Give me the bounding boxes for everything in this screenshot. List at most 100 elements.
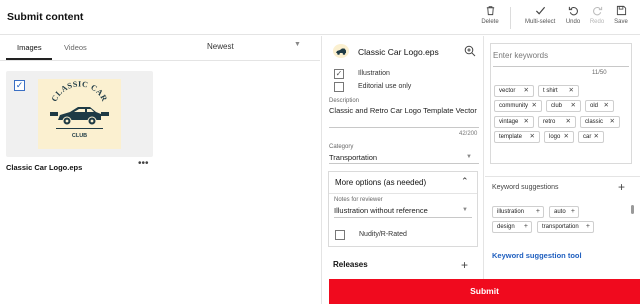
sort-dropdown[interactable]: Newest bbox=[207, 42, 234, 51]
more-options-icon[interactable]: ••• bbox=[138, 158, 149, 169]
suggestion-chip[interactable]: auto + bbox=[549, 206, 579, 218]
remove-keyword-icon[interactable]: ✕ bbox=[569, 86, 574, 96]
detail-panel: Classic Car Logo.eps ✓ Illustration Edit… bbox=[321, 36, 484, 304]
remove-keyword-icon[interactable]: ✕ bbox=[532, 101, 537, 111]
nudity-checkbox[interactable] bbox=[335, 230, 345, 240]
keyword-chip[interactable]: t shirt ✕ bbox=[538, 85, 579, 97]
keyword-text: community bbox=[499, 103, 529, 109]
description-label: Description bbox=[329, 98, 360, 104]
keyword-text: car bbox=[583, 134, 592, 140]
save-button[interactable]: Save bbox=[606, 5, 636, 31]
options-divider bbox=[329, 193, 477, 194]
delete-button[interactable]: Delete bbox=[475, 5, 505, 31]
checkmark-icon bbox=[535, 6, 545, 15]
illustration-label: Illustration bbox=[358, 70, 390, 77]
keyword-text: template bbox=[499, 134, 523, 140]
keyword-chip[interactable]: logo ✕ bbox=[544, 131, 574, 143]
zoom-in-icon[interactable] bbox=[464, 45, 476, 57]
chevron-up-icon[interactable]: ⌃ bbox=[461, 176, 469, 187]
notes-underline bbox=[334, 217, 472, 218]
keyword-chip[interactable]: community ✕ bbox=[494, 100, 542, 112]
save-label: Save bbox=[614, 19, 628, 25]
multi-select-button[interactable]: Multi-select bbox=[525, 5, 555, 31]
logo-title-text: CLASSIC CAR bbox=[50, 80, 109, 104]
keyword-chip[interactable]: vector ✕ bbox=[494, 85, 534, 97]
keyword-chip[interactable]: template ✕ bbox=[494, 131, 540, 143]
add-keyword-icon[interactable]: + bbox=[571, 207, 575, 217]
remove-keyword-icon[interactable]: ✕ bbox=[524, 117, 529, 127]
detail-filename: Classic Car Logo.eps bbox=[358, 47, 439, 57]
remove-keyword-icon[interactable]: ✕ bbox=[604, 101, 609, 111]
keyword-chip[interactable]: retro ✕ bbox=[538, 116, 576, 128]
remove-keyword-icon[interactable]: ✕ bbox=[610, 117, 615, 127]
page-title: Submit content bbox=[7, 11, 84, 23]
add-keyword-icon[interactable]: + bbox=[536, 207, 540, 217]
classic-car-logo: CLASSIC CAR CLUB bbox=[50, 80, 110, 139]
suggestion-chip[interactable]: design + bbox=[492, 221, 532, 233]
caret-down-icon[interactable]: ▼ bbox=[462, 207, 468, 213]
keyword-input[interactable] bbox=[493, 51, 623, 60]
description-counter: 42/200 bbox=[459, 131, 478, 137]
trash-icon bbox=[486, 6, 494, 16]
item-select-checkbox[interactable]: ✓ bbox=[14, 80, 25, 91]
keyword-text: retro bbox=[543, 119, 556, 125]
keywords-box: 11/50 vector✕ t shirt✕ community✕ club✕ … bbox=[490, 43, 632, 164]
thumbnail-image: CLASSIC CAR CLUB bbox=[38, 79, 121, 149]
suggestions-scrollbar[interactable] bbox=[631, 205, 634, 214]
keyword-chip[interactable]: car ✕ bbox=[578, 131, 604, 143]
add-all-suggestions-icon[interactable]: + bbox=[618, 180, 625, 194]
floppy-disk-icon bbox=[616, 5, 626, 16]
keyword-chip[interactable]: classic ✕ bbox=[580, 116, 620, 128]
remove-keyword-icon[interactable]: ✕ bbox=[571, 101, 576, 111]
submit-button[interactable]: Submit bbox=[329, 279, 640, 304]
gallery-item-filename: Classic Car Logo.eps bbox=[6, 163, 83, 172]
more-options-panel: More options (as needed) ⌃ Notes for rev… bbox=[328, 171, 478, 247]
suggestions-title: Keyword suggestions bbox=[492, 184, 559, 191]
category-select[interactable]: Transportation bbox=[329, 153, 377, 162]
remove-keyword-icon[interactable]: ✕ bbox=[594, 132, 599, 142]
more-options-header[interactable]: More options (as needed) bbox=[335, 178, 426, 187]
suggestion-chip[interactable]: illustration + bbox=[492, 206, 544, 218]
multi-select-label: Multi-select bbox=[525, 19, 556, 25]
keyword-chip[interactable]: vintage ✕ bbox=[494, 116, 534, 128]
description-underline bbox=[329, 127, 479, 128]
suggestion-text: design bbox=[497, 224, 515, 230]
illustration-checkbox[interactable]: ✓ bbox=[334, 69, 344, 79]
tab-videos[interactable]: Videos bbox=[64, 43, 87, 52]
svg-text:CLASSIC CAR: CLASSIC CAR bbox=[50, 80, 110, 104]
keyword-chip[interactable]: old ✕ bbox=[585, 100, 614, 112]
description-field[interactable]: Classic and Retro Car Logo Template Vect… bbox=[329, 106, 479, 116]
editorial-label: Editorial use only bbox=[358, 83, 412, 90]
keyword-text: vector bbox=[499, 88, 516, 94]
add-keyword-icon[interactable]: + bbox=[524, 222, 528, 232]
remove-keyword-icon[interactable]: ✕ bbox=[530, 132, 535, 142]
suggestion-chip[interactable]: transportation + bbox=[537, 221, 594, 233]
toolbar-divider bbox=[510, 7, 511, 29]
add-release-icon[interactable]: + bbox=[461, 258, 468, 272]
remove-keyword-icon[interactable]: ✕ bbox=[564, 132, 569, 142]
keyword-text: old bbox=[590, 103, 599, 109]
active-tab-indicator bbox=[6, 58, 52, 60]
suggestion-text: illustration bbox=[497, 209, 525, 215]
keyword-chip[interactable]: club ✕ bbox=[546, 100, 581, 112]
nudity-label: Nudity/R-Rated bbox=[359, 231, 407, 238]
keyword-text: club bbox=[551, 103, 563, 109]
category-underline bbox=[329, 163, 479, 164]
undo-icon bbox=[568, 6, 578, 16]
caret-down-icon[interactable]: ▼ bbox=[294, 41, 301, 48]
delete-label: Delete bbox=[481, 19, 499, 25]
notes-select[interactable]: Illustration without reference bbox=[334, 206, 428, 215]
suggestions-divider bbox=[485, 176, 640, 177]
add-keyword-icon[interactable]: + bbox=[586, 222, 590, 232]
suggestion-text: auto bbox=[554, 209, 566, 215]
tab-images[interactable]: Images bbox=[17, 43, 42, 52]
gallery-item[interactable]: CLASSIC CAR CLUB ✓ bbox=[6, 71, 153, 157]
releases-header: Releases bbox=[333, 260, 368, 269]
remove-keyword-icon[interactable]: ✕ bbox=[524, 86, 529, 96]
editorial-checkbox[interactable] bbox=[334, 82, 344, 92]
keyword-suggestion-tool-link[interactable]: Keyword suggestion tool bbox=[492, 251, 582, 260]
category-label: Category bbox=[329, 144, 354, 150]
remove-keyword-icon[interactable]: ✕ bbox=[566, 117, 571, 127]
notes-label: Notes for reviewer bbox=[334, 197, 383, 203]
caret-down-icon[interactable]: ▼ bbox=[466, 154, 472, 160]
